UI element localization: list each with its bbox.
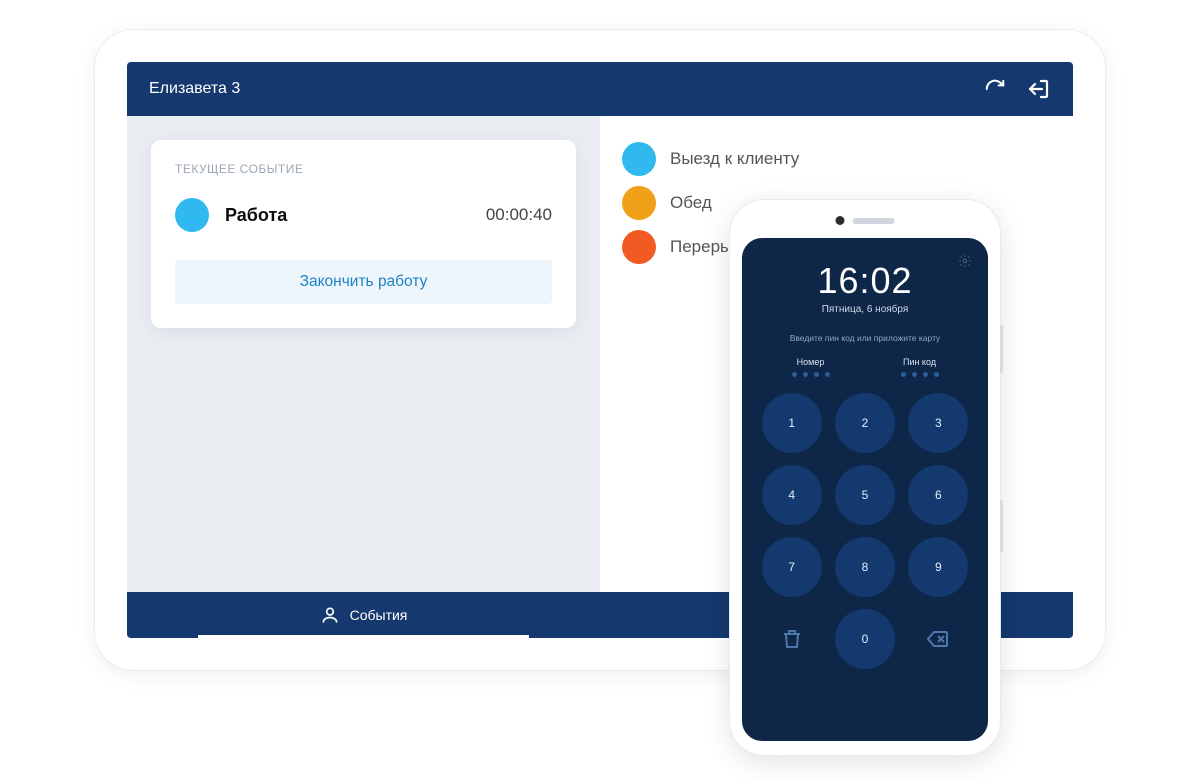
pin-dot xyxy=(934,372,939,377)
phone-earpiece xyxy=(853,218,895,224)
pin-dot xyxy=(825,372,830,377)
pin-dot xyxy=(792,372,797,377)
event-status-dot xyxy=(175,198,209,232)
left-pane: ТЕКУЩЕЕ СОБЫТИЕ Работа 00:00:40 Закончит… xyxy=(127,116,600,592)
keypad-key-5[interactable]: 5 xyxy=(835,465,895,525)
backspace-icon xyxy=(926,627,950,651)
trash-icon xyxy=(780,627,804,651)
keypad-key-3[interactable]: 3 xyxy=(908,393,968,453)
pin-dot xyxy=(912,372,917,377)
keypad-key-2[interactable]: 2 xyxy=(835,393,895,453)
phone-device: 16:02 Пятница, 6 ноября Введите пин код … xyxy=(730,200,1000,755)
clock-time: 16:02 xyxy=(756,260,974,302)
tab-events-label: События xyxy=(350,607,408,623)
current-event-row: Работа 00:00:40 xyxy=(175,198,552,232)
phone-speaker xyxy=(836,216,895,225)
pin-col-number: Номер xyxy=(792,357,830,377)
pin-dot xyxy=(803,372,808,377)
status-label: Обед xyxy=(670,193,712,213)
current-event-card: ТЕКУЩЕЕ СОБЫТИЕ Работа 00:00:40 Закончит… xyxy=(151,140,576,328)
keypad-key-6[interactable]: 6 xyxy=(908,465,968,525)
phone-side-button xyxy=(1000,325,1003,373)
keypad: 1 2 3 4 5 6 7 8 9 0 xyxy=(756,393,974,669)
phone-side-button xyxy=(1000,500,1003,552)
status-dot-orange xyxy=(622,186,656,220)
clock-date: Пятница, 6 ноября xyxy=(756,304,974,315)
pin-dot xyxy=(814,372,819,377)
keypad-key-7[interactable]: 7 xyxy=(762,537,822,597)
keypad-key-8[interactable]: 8 xyxy=(835,537,895,597)
logout-icon[interactable] xyxy=(1027,77,1051,101)
keypad-backspace-button[interactable] xyxy=(908,609,968,669)
current-event-time: 00:00:40 xyxy=(486,205,552,225)
pin-hint: Введите пин код или приложите карту xyxy=(756,333,974,343)
status-dot-red xyxy=(622,230,656,264)
tablet-header: Елизавета 3 xyxy=(127,62,1073,116)
keypad-key-0[interactable]: 0 xyxy=(835,609,895,669)
status-label: Выезд к клиенту xyxy=(670,149,799,169)
settings-icon[interactable] xyxy=(958,254,972,268)
refresh-icon[interactable] xyxy=(983,77,1007,101)
pin-col-number-label: Номер xyxy=(797,357,825,367)
keypad-key-1[interactable]: 1 xyxy=(762,393,822,453)
status-option-client-visit[interactable]: Выезд к клиенту xyxy=(622,142,1051,176)
keypad-key-4[interactable]: 4 xyxy=(762,465,822,525)
status-dot-blue xyxy=(622,142,656,176)
pin-dot xyxy=(901,372,906,377)
phone-camera-dot xyxy=(836,216,845,225)
user-name-title: Елизавета 3 xyxy=(149,80,963,98)
pin-col-pincode: Пин код xyxy=(901,357,939,377)
pin-dot xyxy=(923,372,928,377)
current-event-heading: ТЕКУЩЕЕ СОБЫТИЕ xyxy=(175,162,552,176)
person-icon xyxy=(320,605,340,625)
keypad-clear-button[interactable] xyxy=(762,609,822,669)
pin-labels-row: Номер Пин код xyxy=(756,357,974,377)
phone-screen: 16:02 Пятница, 6 ноября Введите пин код … xyxy=(742,238,988,741)
keypad-key-9[interactable]: 9 xyxy=(908,537,968,597)
current-event-name: Работа xyxy=(225,205,486,226)
pin-col-pincode-label: Пин код xyxy=(903,357,936,367)
finish-work-button[interactable]: Закончить работу xyxy=(175,260,552,304)
tab-events[interactable]: События xyxy=(127,592,600,638)
